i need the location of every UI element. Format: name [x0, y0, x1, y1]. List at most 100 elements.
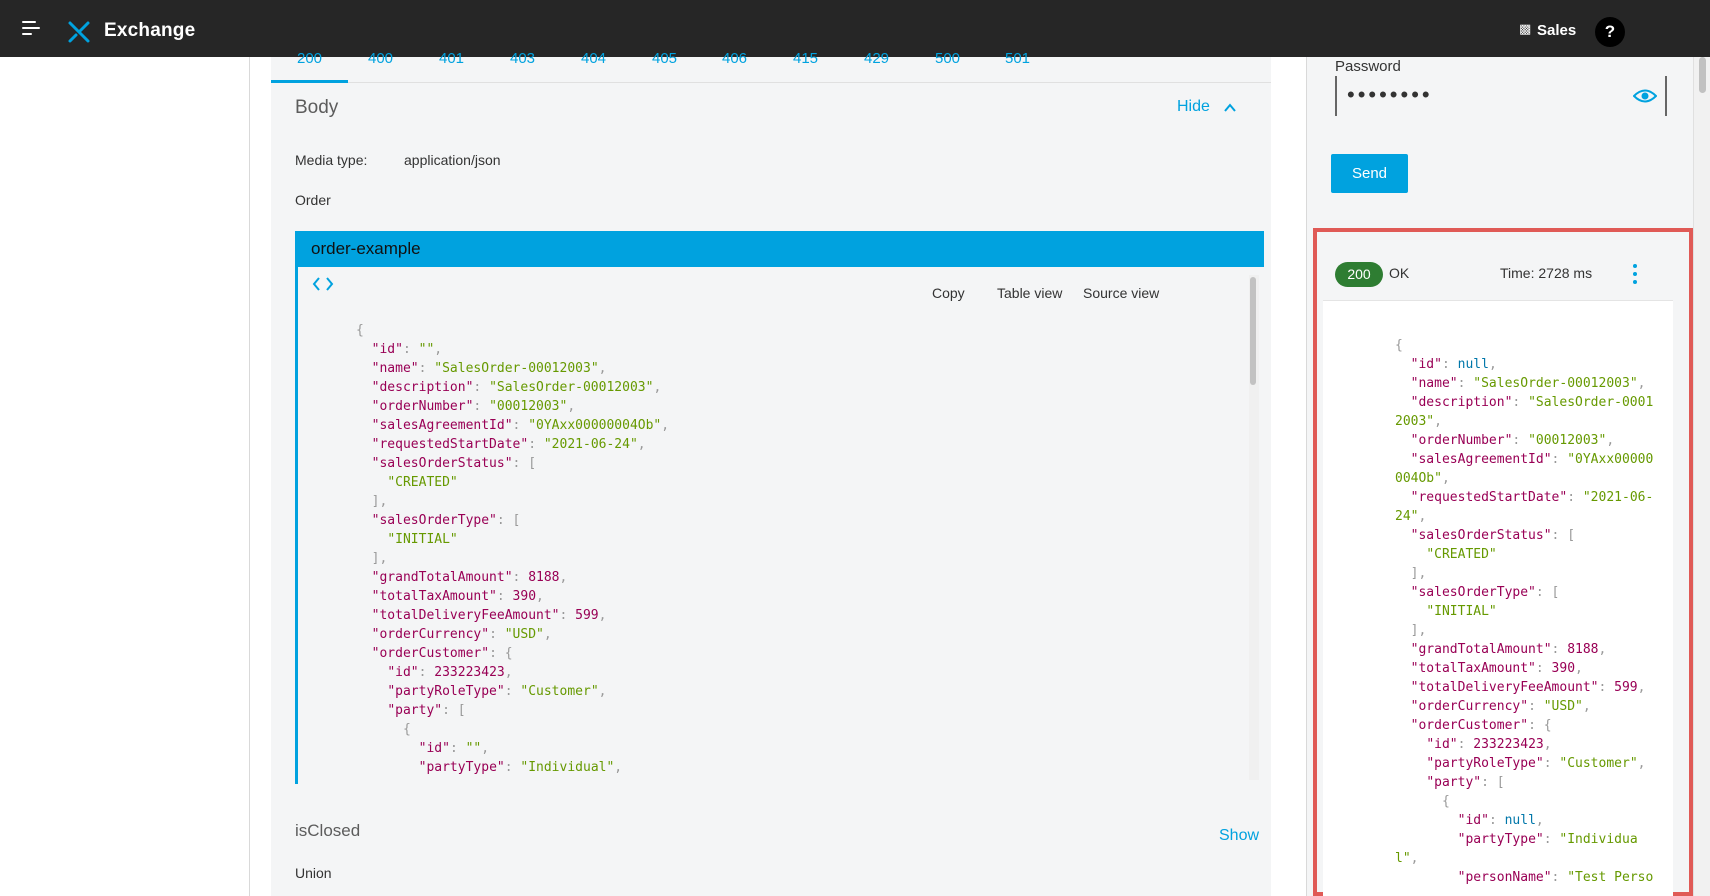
code-token: : — [1528, 699, 1544, 714]
code-token: : — [512, 570, 529, 585]
code-token: 233223423 — [434, 665, 505, 680]
code-line: "salesOrderStatus": [ — [1395, 526, 1665, 545]
code-token: "salesOrderStatus" — [371, 456, 513, 471]
code-token: , — [1637, 756, 1646, 771]
code-token: "0YAxx00000 — [1567, 452, 1654, 467]
table-view-button[interactable]: Table view — [997, 285, 1062, 301]
code-token: "salesOrderType" — [371, 513, 497, 528]
code-line: "description": "SalesOrder-0001 — [1395, 393, 1665, 412]
code-token: 004Ob" — [1395, 471, 1442, 486]
code-line: ], — [1395, 564, 1665, 583]
code-token: "id" — [418, 741, 450, 756]
password-field[interactable]: •••••••• — [1335, 76, 1667, 116]
code-token: "CREATED" — [1426, 547, 1497, 562]
code-token: 390 — [1551, 661, 1576, 676]
code-token: : — [418, 665, 435, 680]
tab-415[interactable]: 415 — [767, 50, 844, 83]
code-token: { — [356, 722, 411, 737]
example-scrollbar[interactable] — [1249, 275, 1259, 780]
code-line: { — [1395, 792, 1665, 811]
code-line: "partyType": "Individua — [1395, 830, 1665, 849]
code-token: 599 — [1614, 680, 1638, 695]
code-line: "requestedStartDate": "2021-06-24", — [356, 435, 1236, 454]
code-line: "partyType": "Individual", — [356, 758, 1236, 777]
code-token: , — [1543, 737, 1552, 752]
code-line: "id": null, — [1395, 811, 1665, 830]
page-scrollbar-thumb[interactable] — [1699, 57, 1706, 93]
code-line: "orderCustomer": { — [1395, 716, 1665, 735]
code-brackets-icon[interactable] — [311, 274, 335, 294]
code-token: : [ — [442, 703, 466, 718]
code-token: ], — [356, 494, 388, 509]
code-token: "salesOrderStatus" — [1410, 528, 1552, 543]
code-token: "id" — [1410, 357, 1442, 372]
more-options-icon[interactable] — [1629, 262, 1641, 286]
send-button[interactable]: Send — [1331, 154, 1408, 193]
code-token: "SalesOrder-0001 — [1528, 395, 1654, 410]
code-token: , — [536, 589, 544, 604]
tab-403[interactable]: 403 — [484, 50, 561, 83]
code-line: "totalTaxAmount": 390, — [356, 587, 1236, 606]
app-title[interactable]: Exchange — [104, 20, 195, 42]
hide-body-link[interactable]: Hide — [1177, 98, 1210, 116]
show-isclosed-link[interactable]: Show — [1219, 827, 1259, 845]
code-line: "orderNumber": "00012003", — [1395, 431, 1665, 450]
code-token: "salesAgreementId" — [371, 418, 513, 433]
code-token: : [ — [1551, 528, 1576, 543]
code-token: "name" — [1410, 376, 1458, 391]
eye-icon[interactable] — [1633, 87, 1657, 105]
tab-400[interactable]: 400 — [342, 50, 419, 83]
code-token: 2003" — [1395, 414, 1435, 429]
tab-500[interactable]: 500 — [909, 50, 986, 83]
tab-405[interactable]: 405 — [626, 50, 703, 83]
code-token: ], — [356, 551, 388, 566]
code-token: : — [1551, 870, 1568, 885]
tab-404[interactable]: 404 — [555, 50, 632, 83]
page-scrollbar[interactable] — [1693, 57, 1710, 896]
code-token: "id" — [1457, 813, 1489, 828]
code-token: "id" — [387, 665, 419, 680]
source-view-button[interactable]: Source view — [1083, 285, 1159, 301]
code-line: "party": [ — [1395, 773, 1665, 792]
code-token: : — [1441, 357, 1458, 372]
tab-406[interactable]: 406 — [696, 50, 773, 83]
status-code-tabs: 200 400 401 403 404 405 406 415 429 500 501 — [271, 50, 1271, 83]
code-line: "INITIAL" — [356, 530, 1236, 549]
tab-501[interactable]: 501 — [979, 50, 1056, 83]
code-token: "totalTaxAmount" — [1410, 661, 1536, 676]
code-token: "Customer" — [520, 684, 599, 699]
isclosed-section-title: isClosed — [295, 821, 361, 840]
tab-401[interactable]: 401 — [413, 50, 490, 83]
code-line: "party": [ — [356, 701, 1236, 720]
tab-429[interactable]: 429 — [838, 50, 915, 83]
help-button[interactable]: ? — [1595, 17, 1625, 47]
code-token: "party" — [1426, 775, 1482, 790]
code-line: "salesOrderStatus": [ — [356, 454, 1236, 473]
code-token: , — [434, 342, 443, 357]
chevron-up-icon[interactable] — [1223, 101, 1237, 115]
code-token: ], — [1395, 566, 1427, 581]
code-token: , — [1575, 661, 1583, 676]
copy-button[interactable]: Copy — [932, 285, 965, 301]
example-scrollbar-thumb[interactable] — [1250, 277, 1256, 385]
response-panel: 200 400 401 403 404 405 406 415 429 500 501 Body H… — [271, 50, 1271, 896]
code-token: "Individual" — [520, 760, 615, 775]
code-token: "SalesOrder-00012003" — [1473, 376, 1638, 391]
hamburger-menu-icon[interactable] — [18, 17, 44, 39]
code-token: : — [402, 342, 419, 357]
tab-200[interactable]: 200 — [271, 50, 348, 83]
org-switcher[interactable]: Sales — [1537, 22, 1576, 39]
code-token: "orderNumber" — [1410, 433, 1513, 448]
code-line: 004Ob", — [1395, 469, 1665, 488]
